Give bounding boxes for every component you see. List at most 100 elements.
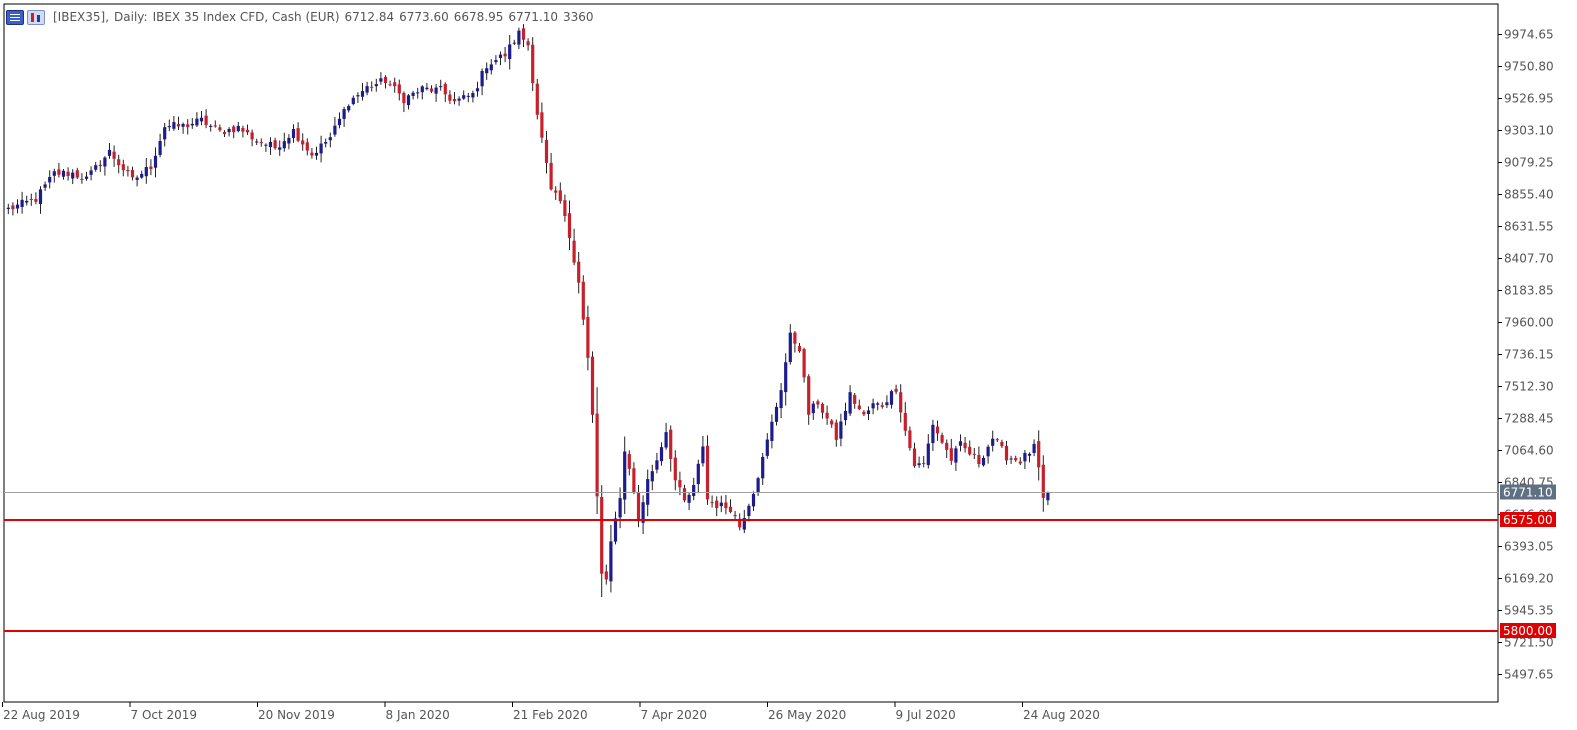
candle-body <box>121 164 125 171</box>
ohlc-high: 6773.60 <box>399 10 449 24</box>
candle-body <box>314 152 319 156</box>
candle-body <box>282 141 286 149</box>
candle-body <box>682 488 687 501</box>
candle-body <box>420 86 424 93</box>
candle-body <box>204 115 208 125</box>
symbol-label: [IBEX35], <box>53 10 110 24</box>
candle-body <box>236 125 240 132</box>
x-tick-label: 21 Feb 2020 <box>513 708 588 722</box>
candle-body <box>549 162 553 190</box>
candle-body <box>117 159 121 166</box>
candle-body <box>517 30 521 45</box>
candle-body <box>1037 441 1041 468</box>
x-tick-label: 22 Aug 2019 <box>3 708 80 722</box>
candle-body <box>434 87 438 94</box>
candle-body <box>167 126 171 128</box>
candle-body <box>112 151 116 159</box>
candle-body <box>29 199 33 201</box>
candle-body <box>503 53 507 57</box>
candle-body <box>646 479 650 505</box>
candle-body <box>977 454 981 465</box>
candle-body <box>107 149 112 156</box>
candle-body <box>931 424 935 444</box>
candle-body <box>471 93 475 98</box>
x-tick-label: 26 May 2020 <box>768 708 846 722</box>
candle-body <box>319 143 323 154</box>
candle-body <box>779 390 783 409</box>
candle-body <box>922 462 926 464</box>
candle-body <box>981 457 986 466</box>
candle-body <box>986 446 990 457</box>
y-tick-label: 8407.70 <box>1504 252 1554 266</box>
candle-body <box>774 406 779 422</box>
candle-body <box>333 125 337 135</box>
x-tick-label: 24 Aug 2020 <box>1023 708 1100 722</box>
candle-body <box>765 439 769 456</box>
candle-body <box>475 88 480 92</box>
candle-body <box>1046 491 1050 501</box>
candle-body <box>218 127 222 131</box>
candle-body <box>673 457 677 481</box>
candle-body <box>632 468 636 493</box>
candle-body <box>379 78 383 82</box>
candle-body <box>383 76 388 83</box>
candle-body <box>34 199 38 202</box>
candle-body <box>664 432 668 448</box>
candle-body <box>466 95 470 97</box>
instrument-description: IBEX 35 Index CFD, Cash (EUR) <box>152 10 340 24</box>
candle-body <box>876 403 880 405</box>
candle-body <box>443 84 447 95</box>
candle-body <box>563 200 567 216</box>
candle-body <box>521 28 526 40</box>
candle-body <box>296 128 300 141</box>
chart-properties-icon[interactable] <box>27 9 45 25</box>
candle-body <box>84 176 89 179</box>
candle-body <box>103 157 107 167</box>
chart-window-icon[interactable] <box>6 9 24 25</box>
candle-body <box>75 170 79 178</box>
candle-body <box>489 64 493 71</box>
y-tick-label: 7288.45 <box>1504 412 1554 426</box>
candle-body <box>186 124 190 128</box>
candle-body <box>452 99 457 102</box>
candle-body <box>1032 443 1036 453</box>
candle-body <box>802 349 806 378</box>
candle-body <box>176 124 181 127</box>
candle-body <box>356 95 360 97</box>
candle-body <box>425 87 429 90</box>
candle-body <box>448 94 452 101</box>
y-tick-label: 8631.55 <box>1504 220 1554 234</box>
candle-body <box>245 129 250 133</box>
y-tick-label: 9974.65 <box>1504 28 1554 42</box>
y-tick-label: 8183.85 <box>1504 284 1554 298</box>
candle-body <box>66 171 70 176</box>
candle-body <box>480 70 484 87</box>
candle-body <box>784 362 788 393</box>
candle-body <box>705 445 710 500</box>
candle-body <box>843 410 848 421</box>
candle-body <box>807 376 811 415</box>
candles <box>6 24 1050 598</box>
y-tick-label: 9750.80 <box>1504 60 1554 74</box>
candle-body <box>535 83 539 115</box>
candle-body <box>581 281 585 320</box>
candle-body <box>761 456 765 479</box>
candle-body <box>365 86 369 93</box>
candle-body <box>954 448 958 463</box>
candle-body <box>770 421 774 441</box>
candle-body <box>889 391 894 405</box>
candle-body <box>337 118 342 126</box>
level-price-label: 5800.00 <box>1503 624 1553 638</box>
price-chart[interactable]: 9974.65 9750.80 9526.95 9303.10 9079.25 8855.… <box>0 0 1577 730</box>
candle-body <box>416 92 420 94</box>
candle-body <box>181 123 185 127</box>
candle-body <box>991 438 995 446</box>
candle-body <box>935 426 940 434</box>
candle-body <box>747 505 751 516</box>
candle-body <box>958 441 963 446</box>
x-tick-label: 7 Oct 2019 <box>131 708 198 722</box>
candle-body <box>259 142 263 144</box>
candle-body <box>687 494 691 503</box>
candle-body <box>751 493 756 507</box>
candle-body <box>305 142 309 151</box>
